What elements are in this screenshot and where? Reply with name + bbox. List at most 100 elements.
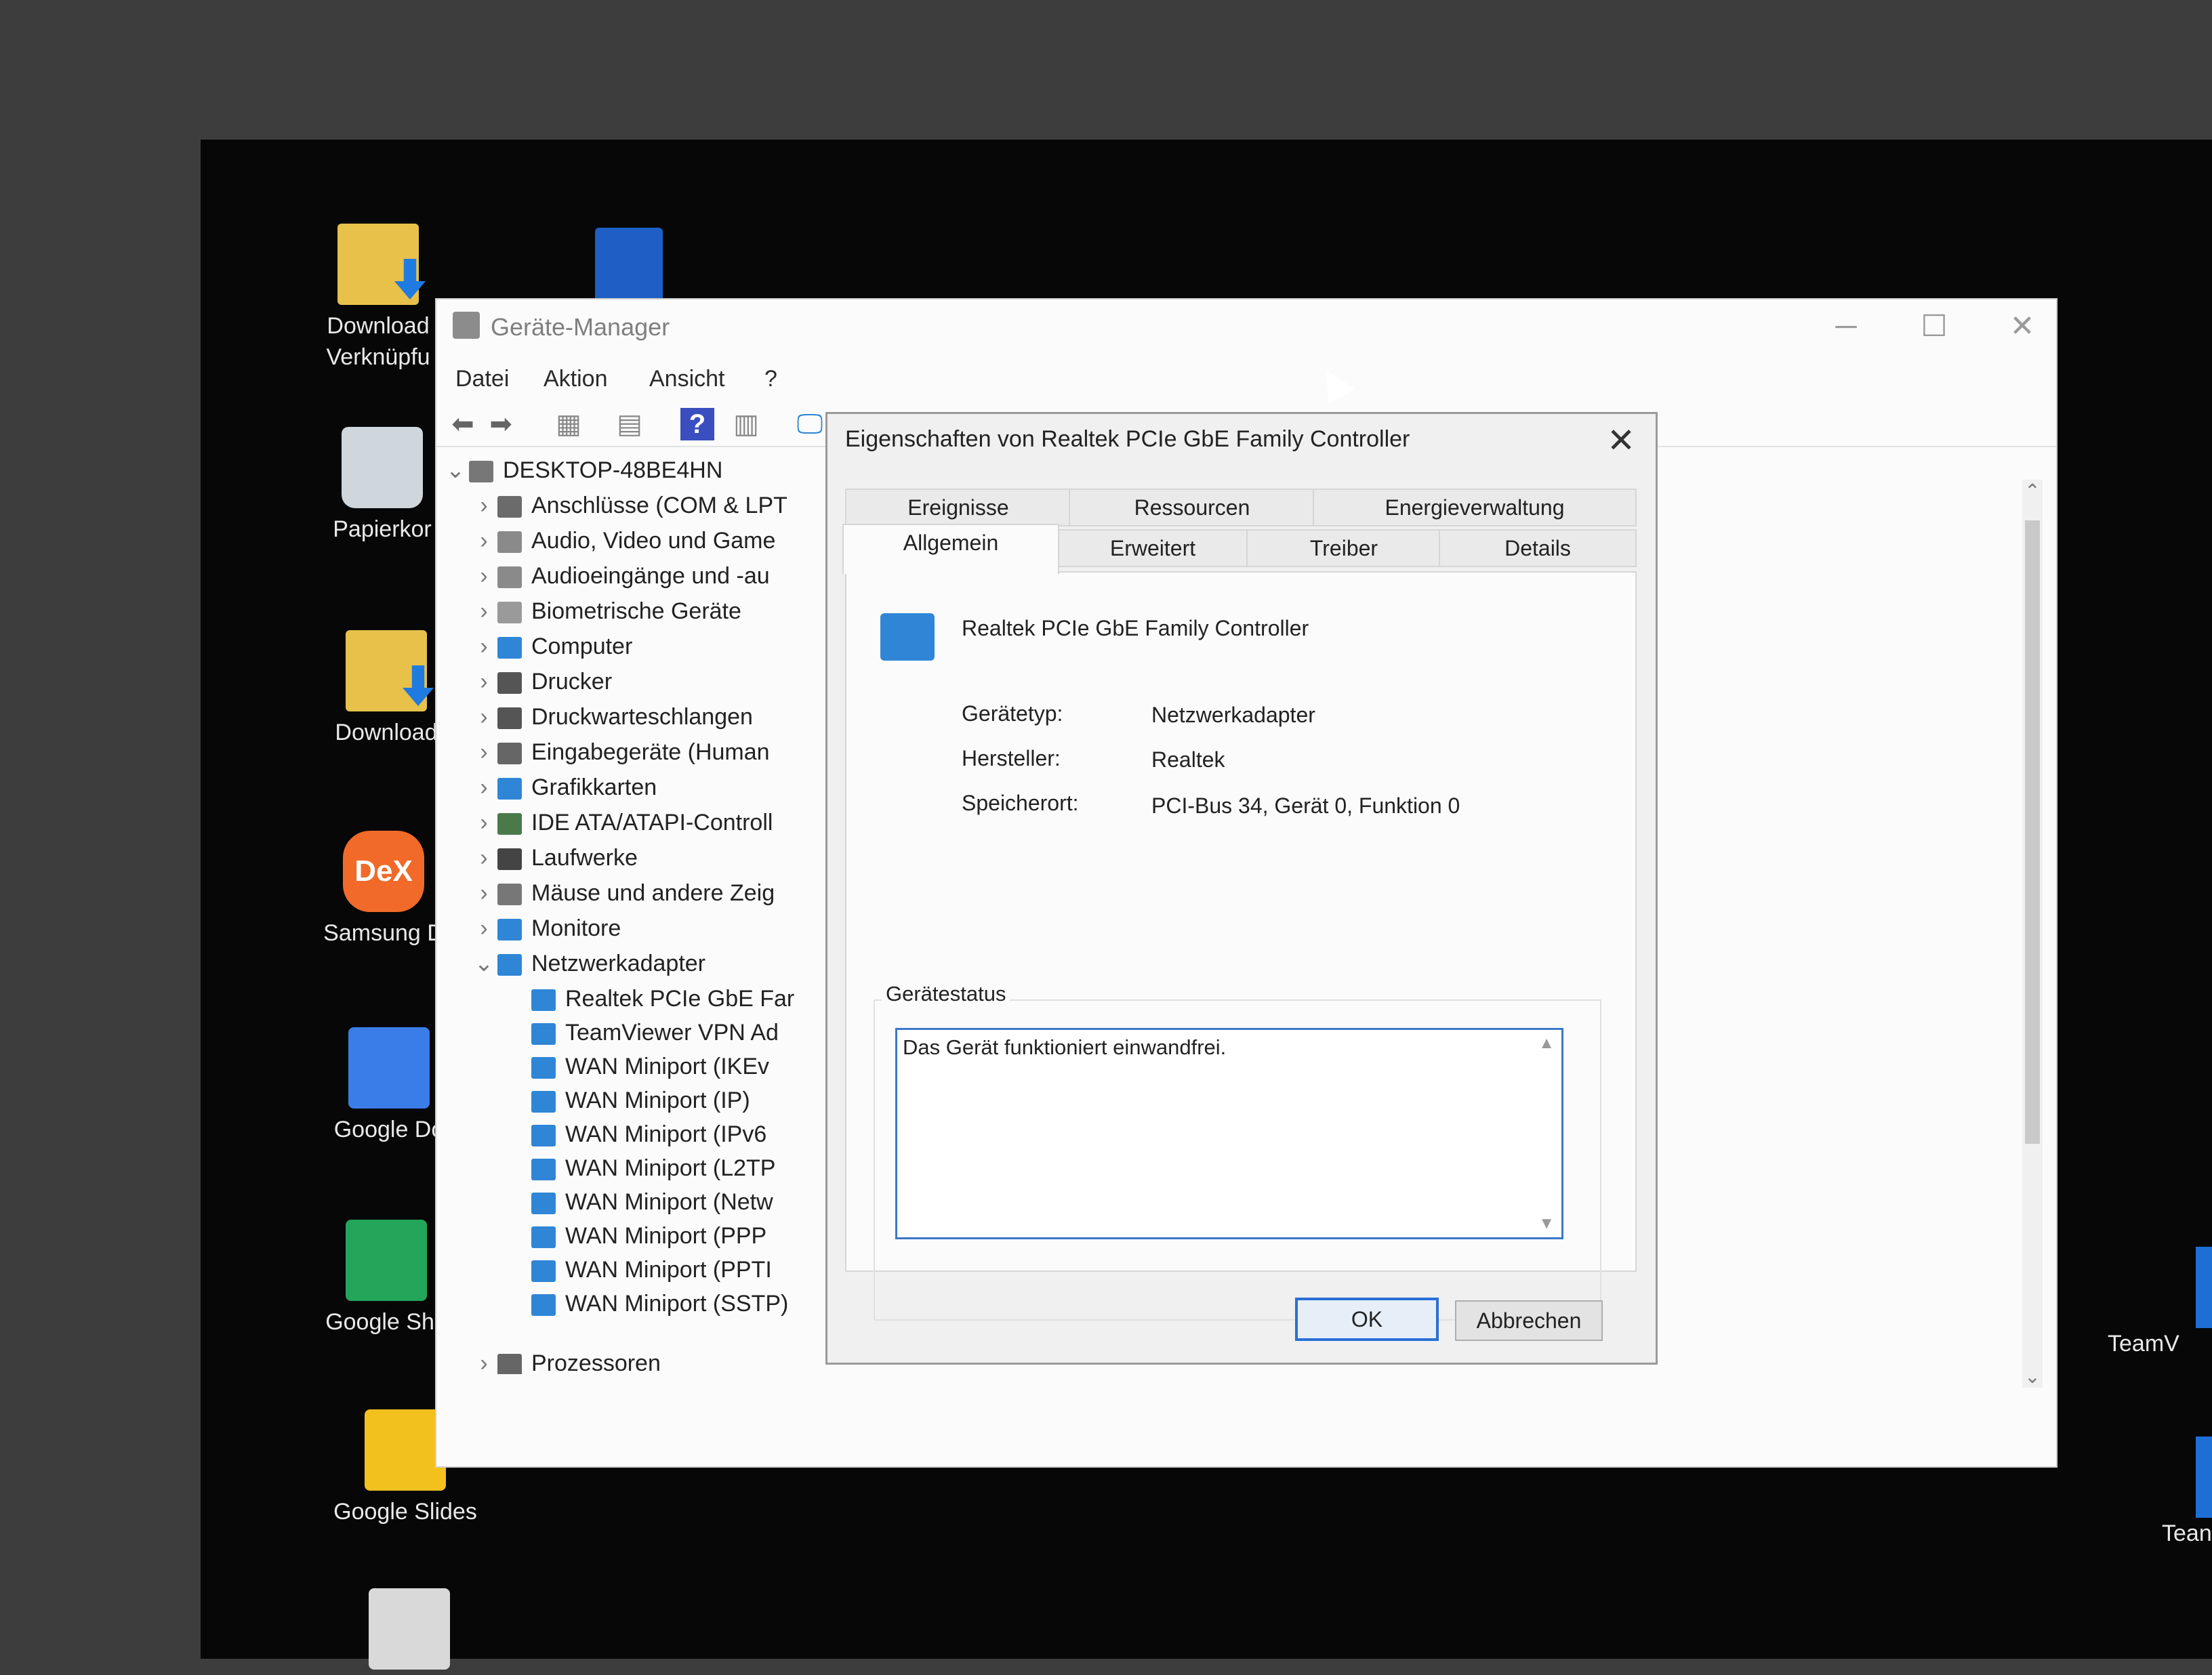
tab-energieverwaltung[interactable]: Energieverwaltung: [1313, 489, 1637, 526]
tree-item-network-adapter[interactable]: WAN Miniport (PPP: [531, 1218, 766, 1254]
chevron-right-icon[interactable]: ›: [470, 840, 497, 875]
menu-datei[interactable]: Datei: [455, 366, 509, 392]
network-adapter-icon: [531, 1193, 556, 1215]
tree-label: Eingabegeräte (Human: [531, 739, 770, 765]
tree-item-category[interactable]: › Mäuse und andere Zeig: [470, 875, 775, 911]
chevron-right-icon[interactable]: ›: [470, 770, 497, 805]
tree-item-network-adapter[interactable]: WAN Miniport (IP): [531, 1083, 750, 1118]
tree-item-category[interactable]: › Computer: [470, 629, 632, 664]
tree-label: Grafikkarten: [531, 774, 657, 800]
tree-item-category[interactable]: › Audioeingänge und -au: [470, 558, 769, 594]
tree-item-category[interactable]: › Biometrische Geräte: [470, 594, 741, 629]
properties-dialog: Eigenschaften von Realtek PCIe GbE Famil…: [825, 412, 1658, 1365]
chevron-right-icon[interactable]: ›: [470, 558, 497, 594]
chevron-right-icon[interactable]: ›: [470, 664, 497, 699]
scroll-thumb[interactable]: [2025, 520, 2040, 1144]
tree-item-network-adapter[interactable]: WAN Miniport (Netw: [531, 1184, 773, 1220]
scroll-up-icon[interactable]: ⌃: [2022, 480, 2043, 502]
scroll-down-icon[interactable]: ⌄: [2022, 1365, 2043, 1388]
tree-item-category[interactable]: › Grafikkarten: [470, 770, 657, 805]
tree-item-category[interactable]: › Monitore: [470, 911, 621, 946]
menu-ansicht[interactable]: Ansicht: [649, 366, 725, 392]
tree-item-network-adapter[interactable]: Realtek PCIe GbE Far: [531, 981, 794, 1016]
tab-allgemein[interactable]: Allgemein: [842, 524, 1059, 574]
prop-value-manufacturer: Realtek: [1151, 747, 1225, 772]
tab-details[interactable]: Details: [1439, 529, 1637, 567]
help-icon[interactable]: ?: [680, 408, 714, 440]
tree-item-network-adapter[interactable]: WAN Miniport (IPv6: [531, 1117, 766, 1152]
menu-aktion[interactable]: Aktion: [544, 366, 608, 392]
chevron-right-icon[interactable]: ›: [470, 594, 497, 629]
tree-view-icon[interactable]: ▦: [552, 408, 586, 440]
chevron-right-icon[interactable]: ›: [470, 875, 497, 911]
tab-treiber[interactable]: Treiber: [1246, 529, 1441, 567]
device-status-text: Das Gerät funktioniert einwandfrei.: [903, 1035, 1227, 1059]
chevron-down-icon[interactable]: ⌄: [470, 946, 497, 981]
scroll-down-icon[interactable]: ▼: [1538, 1214, 1555, 1233]
tree-label: WAN Miniport (Netw: [565, 1189, 773, 1215]
action-view-icon[interactable]: ▥: [729, 408, 763, 440]
minimize-button[interactable]: ─: [1812, 306, 1880, 347]
category-icon: [497, 778, 522, 800]
cancel-button[interactable]: Abbrechen: [1455, 1300, 1603, 1341]
chevron-right-icon[interactable]: ›: [470, 523, 497, 558]
tab-ereignisse[interactable]: Ereignisse: [845, 489, 1071, 526]
scroll-up-icon[interactable]: ▲: [1538, 1034, 1555, 1053]
desktop-icon-teamviewer-1[interactable]: TeamV: [2108, 1247, 2212, 1359]
tree-label: Prozessoren: [531, 1350, 661, 1374]
tree-item-network-adapter[interactable]: WAN Miniport (SSTP): [531, 1286, 788, 1321]
category-icon: [497, 743, 522, 765]
maximize-button[interactable]: ☐: [1900, 306, 1968, 347]
chevron-right-icon[interactable]: ›: [470, 911, 497, 946]
chevron-right-icon[interactable]: ›: [470, 629, 497, 664]
tree-item-category[interactable]: › Drucker: [470, 664, 612, 699]
device-status-textbox[interactable]: Das Gerät funktioniert einwandfrei. ▲ ▼: [895, 1028, 1563, 1239]
chevron-right-icon[interactable]: ›: [470, 488, 497, 523]
tree-label: Audio, Video und Game: [531, 528, 776, 554]
title-bar: Geräte-Manager ─ ☐ ✕: [436, 299, 2056, 354]
device-status-legend: Gerätestatus: [882, 982, 1010, 1006]
tab-ressourcen[interactable]: Ressourcen: [1069, 489, 1315, 526]
forward-arrow-icon[interactable]: ➡: [484, 408, 518, 440]
tree-item-prozessoren[interactable]: › Prozessoren: [470, 1346, 661, 1374]
tree-item-network-adapter[interactable]: TeamViewer VPN Ad: [531, 1015, 779, 1050]
tree-item-network-adapter[interactable]: WAN Miniport (IKEv: [531, 1049, 769, 1084]
tree-item-category[interactable]: › Laufwerke: [470, 840, 638, 875]
back-arrow-icon[interactable]: ⬅: [446, 408, 480, 440]
desktop-icon-teamviewer-2[interactable]: Tean: [2162, 1436, 2212, 1549]
tree-item-category[interactable]: › Anschlüsse (COM & LPT: [470, 488, 787, 523]
tree-label: Computer: [531, 634, 633, 659]
chevron-right-icon[interactable]: ›: [470, 1346, 497, 1374]
desktop-icon-paper[interactable]: [328, 1588, 491, 1675]
network-adapter-icon: [531, 1159, 556, 1181]
chevron-right-icon[interactable]: ›: [470, 805, 497, 840]
tree-item-category[interactable]: ⌄ Netzwerkadapter: [470, 946, 705, 981]
tree-item-category[interactable]: › Audio, Video und Game: [470, 523, 775, 558]
ok-button[interactable]: OK: [1295, 1298, 1439, 1341]
tree-item-category[interactable]: › Eingabegeräte (Human: [470, 735, 770, 770]
desktop-icon-label: TeamV: [2108, 1331, 2179, 1357]
tree-root[interactable]: ⌄ DESKTOP-48BE4HN: [442, 453, 723, 488]
tree-label: Realtek PCIe GbE Far: [565, 986, 795, 1012]
tree-label: Netzwerkadapter: [531, 951, 706, 976]
tab-erweitert[interactable]: Erweitert: [1057, 529, 1249, 567]
prop-label-manufacturer: Hersteller:: [962, 746, 1061, 770]
dialog-close-icon[interactable]: ✕: [1607, 421, 1635, 460]
close-button[interactable]: ✕: [1988, 306, 2056, 347]
menu-bar: Datei Aktion Ansicht ?: [436, 359, 2056, 400]
scan-hardware-icon[interactable]: 🖵: [793, 408, 827, 440]
menu-help[interactable]: ?: [764, 366, 777, 392]
chevron-right-icon[interactable]: ›: [470, 699, 497, 735]
tree-item-category[interactable]: › IDE ATA/ATAPI-Controll: [470, 805, 773, 840]
vertical-scrollbar[interactable]: ⌃ ⌄: [2022, 480, 2043, 1388]
chevron-down-icon[interactable]: ⌄: [442, 453, 469, 488]
properties-icon[interactable]: ▤: [613, 408, 647, 440]
tree-item-network-adapter[interactable]: WAN Miniport (L2TP: [531, 1151, 775, 1186]
tree-item-network-adapter[interactable]: WAN Miniport (PPTI: [531, 1252, 772, 1287]
tree-label: WAN Miniport (IP): [565, 1088, 750, 1113]
processor-icon: [497, 1354, 522, 1374]
chevron-right-icon[interactable]: ›: [470, 735, 497, 770]
ie-folder-icon[interactable]: [595, 228, 663, 302]
tree-item-category[interactable]: › Druckwarteschlangen: [470, 699, 753, 735]
network-adapter-icon: [531, 1294, 556, 1317]
